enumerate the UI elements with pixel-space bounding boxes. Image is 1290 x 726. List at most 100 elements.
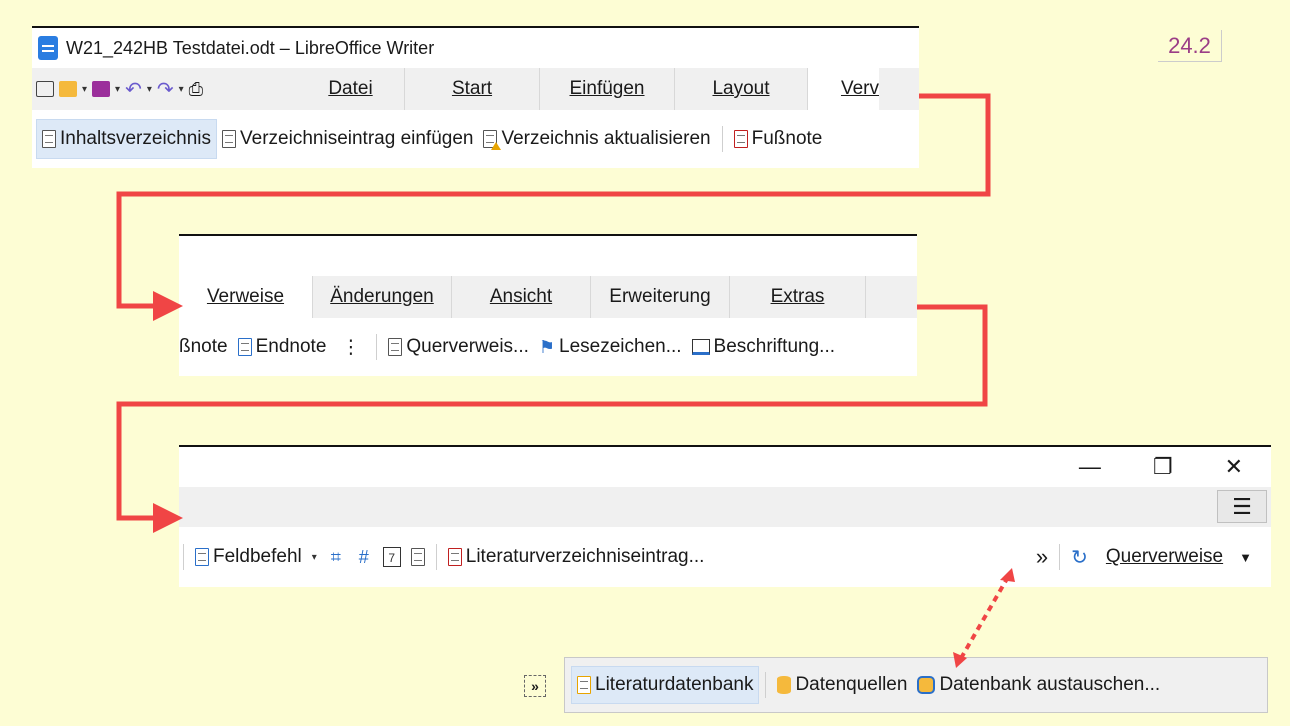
literaturdatenbank-button[interactable]: Literaturdatenbank — [571, 666, 760, 704]
field-icon-group: ⌗ # 7 — [322, 537, 430, 577]
expand-toolbar-icon[interactable]: » — [524, 675, 546, 697]
tab-layout[interactable]: Layout — [675, 68, 808, 110]
verzeichnis-aktualisieren-button[interactable]: Verzeichnis aktualisieren — [478, 119, 715, 159]
tab-row: Verweise Änderungen Ansicht Erweiterung … — [179, 276, 917, 318]
quick-access-toolbar: ▾ ▾ ↶ ▾ ↷ ▾ ⎙ — [32, 68, 297, 110]
redo-icon[interactable]: ↷ — [157, 77, 174, 102]
writer-document-icon — [38, 36, 58, 60]
literaturverzeichniseintrag-button[interactable]: Literaturverzeichniseintrag... — [443, 537, 710, 577]
chevron-down-icon[interactable]: ▾ — [115, 84, 120, 95]
window-controls: — ❐ ✕ — [179, 447, 1271, 487]
title-bar-blank — [179, 236, 917, 276]
footnote-icon — [733, 130, 748, 148]
querverweise-dropdown[interactable]: ↻ Querverweise ▼ — [1066, 537, 1257, 577]
feldbefehl-label: Feldbefehl — [213, 546, 302, 567]
overflow-chevron-icon: » — [1035, 544, 1049, 569]
undo-icon[interactable]: ↶ — [125, 77, 142, 102]
more-vertical-icon: ⋮ — [341, 336, 361, 358]
new-document-icon[interactable] — [36, 81, 54, 97]
querverweis-button[interactable]: Querverweis... — [383, 327, 533, 367]
toolbar-references: Inhaltsverzeichnis Verzeichniseintrag ei… — [32, 110, 919, 168]
minimize-icon[interactable]: — — [1079, 454, 1101, 480]
more-options-button[interactable]: ⋮ — [331, 327, 370, 367]
refresh-icon: ↻ — [1071, 546, 1088, 569]
close-icon[interactable]: ✕ — [1225, 454, 1243, 480]
fussnote-label: Fußnote — [751, 128, 823, 149]
tab-verweise[interactable]: Verweise — [179, 276, 313, 318]
fussnote-button-partial[interactable]: ßnote — [179, 327, 233, 367]
writer-window-right: — ❐ ✕ ☰ Feldbefehl ▾ ⌗ # 7 Literaturverz… — [179, 445, 1271, 587]
datenbank-austauschen-label: Datenbank austauschen... — [939, 674, 1161, 695]
chevron-down-icon[interactable]: ▾ — [147, 84, 152, 95]
tab-datei[interactable]: Datei — [297, 68, 405, 110]
querverweise-label: Querverweise — [1105, 546, 1224, 567]
tab-einfuegen[interactable]: Einfügen — [540, 68, 675, 110]
verzeichnis-aktualisieren-label: Verzeichnis aktualisieren — [501, 128, 711, 149]
tab-verweise[interactable]: Verv — [808, 68, 879, 110]
tab-row: ▾ ▾ ↶ ▾ ↷ ▾ ⎙ Datei Start Einfügen Layou… — [32, 68, 919, 110]
separator — [435, 544, 437, 570]
bibliography-database-icon — [577, 676, 591, 694]
title-bar: W21_242HB Testdatei.odt – LibreOffice Wr… — [32, 28, 919, 68]
beschriftung-button[interactable]: Beschriftung... — [687, 327, 840, 367]
exchange-database-icon — [917, 676, 936, 694]
window-title: W21_242HB Testdatei.odt – LibreOffice Wr… — [66, 37, 435, 58]
lesezeichen-button[interactable]: ⚑ Lesezeichen... — [534, 327, 687, 367]
chevron-down-icon[interactable]: ▾ — [82, 84, 87, 95]
feldbefehl-button[interactable]: Feldbefehl ▾ — [190, 537, 322, 577]
writer-window-middle: Verweise Änderungen Ansicht Erweiterung … — [179, 234, 917, 376]
separator — [1059, 544, 1061, 570]
endnote-button[interactable]: Endnote — [233, 327, 332, 367]
cross-reference-icon — [388, 338, 403, 356]
field-icon — [195, 548, 209, 566]
toolbar-fields: Feldbefehl ▾ ⌗ # 7 Literaturverzeichnise… — [179, 527, 1271, 587]
toolbar-references-continued: ßnote Endnote ⋮ Querverweis... ⚑ Lesezei… — [179, 318, 917, 376]
verzeichniseintrag-button[interactable]: Verzeichniseintrag einfügen — [217, 119, 478, 159]
fussnote-partial-label: ßnote — [179, 336, 228, 357]
save-icon[interactable] — [92, 81, 111, 97]
open-folder-icon[interactable] — [59, 81, 77, 97]
restore-icon[interactable]: ❐ — [1153, 454, 1173, 480]
separator — [721, 126, 723, 152]
inhaltsverzeichnis-button[interactable]: Inhaltsverzeichnis — [36, 119, 218, 159]
tab-row-blank: ☰ — [179, 487, 1271, 527]
writer-window-top: W21_242HB Testdatei.odt – LibreOffice Wr… — [32, 26, 919, 168]
lesezeichen-label: Lesezeichen... — [559, 336, 682, 357]
tab-aenderungen[interactable]: Änderungen — [313, 276, 452, 318]
print-icon[interactable]: ⎙ — [189, 79, 203, 100]
separator — [183, 544, 184, 570]
separator — [376, 334, 378, 360]
chevron-down-icon[interactable]: ▾ — [312, 552, 317, 563]
endnote-icon — [237, 338, 252, 356]
fussnote-button[interactable]: Fußnote — [729, 119, 828, 159]
tab-ansicht[interactable]: Ansicht — [452, 276, 591, 318]
version-label: 24.2 — [1158, 30, 1222, 62]
arrow-overflow-to-panel4 — [958, 575, 1010, 662]
literaturverzeichniseintrag-label: Literaturverzeichniseintrag... — [465, 546, 705, 567]
querverweis-label: Querverweis... — [406, 336, 529, 357]
dropdown-triangle-icon: ▼ — [1239, 549, 1252, 565]
date-icon[interactable]: 7 — [382, 547, 401, 567]
endnote-label: Endnote — [255, 336, 327, 357]
chevron-down-icon[interactable]: ▾ — [179, 84, 184, 95]
overflow-toolbar: Literaturdatenbank Datenquellen Datenban… — [564, 657, 1268, 713]
page-count-icon[interactable]: # — [355, 547, 373, 567]
datenquellen-button[interactable]: Datenquellen — [772, 666, 912, 704]
bibliography-entry-icon — [447, 548, 462, 566]
hamburger-icon: ☰ — [1232, 493, 1252, 519]
datenbank-austauschen-button[interactable]: Datenbank austauschen... — [912, 666, 1165, 704]
tab-extras[interactable]: Extras — [730, 276, 866, 318]
inhaltsverzeichnis-label: Inhaltsverzeichnis — [60, 128, 212, 149]
more-fields-icon[interactable] — [410, 548, 425, 566]
menu-hamburger-button[interactable]: ☰ — [1217, 490, 1267, 523]
caption-icon — [691, 339, 710, 355]
literaturdatenbank-label: Literaturdatenbank — [595, 674, 754, 695]
toolbar-overflow-button[interactable]: » — [1031, 537, 1053, 577]
verzeichniseintrag-label: Verzeichniseintrag einfügen — [240, 128, 474, 149]
tab-erweiterung[interactable]: Erweiterung — [591, 276, 730, 318]
page-number-icon[interactable]: ⌗ — [327, 547, 345, 567]
database-icon — [777, 676, 792, 694]
tab-start[interactable]: Start — [405, 68, 540, 110]
update-index-icon — [483, 130, 502, 150]
bookmark-flag-icon: ⚑ — [538, 336, 556, 357]
